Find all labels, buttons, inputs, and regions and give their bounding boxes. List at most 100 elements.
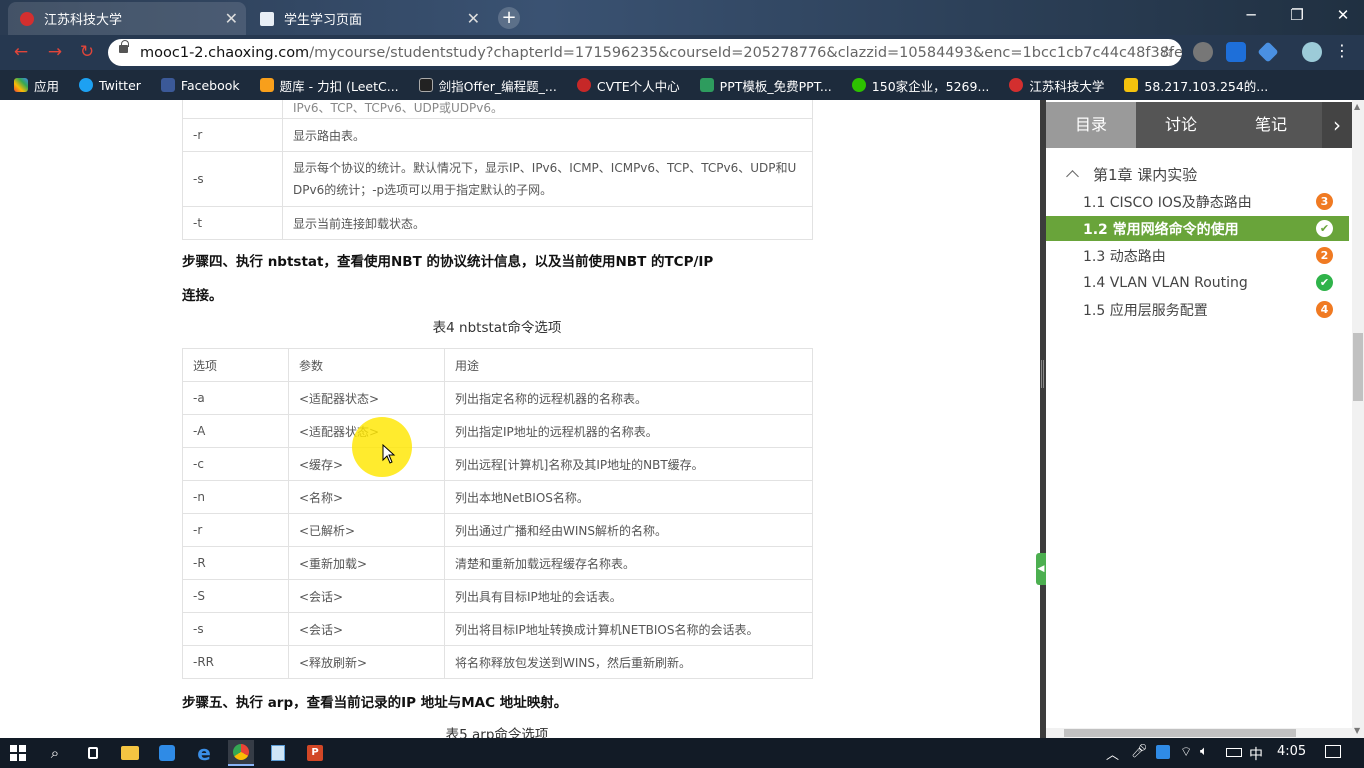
tab-catalog[interactable]: 目录 bbox=[1046, 102, 1136, 148]
tab-discussion[interactable]: 讨论 bbox=[1136, 102, 1226, 148]
menu-icon[interactable]: ⋮ bbox=[1334, 41, 1350, 60]
nbtstat-options-table: 选项 参数 用途 -a <适配器状态> 列出指定名称的远程机器的名称表。 -A <适配… bbox=[182, 348, 813, 679]
collapse-sidebar-handle[interactable]: ◀ bbox=[1036, 553, 1046, 585]
column-header: 参数 bbox=[288, 348, 445, 382]
chapter-heading[interactable]: 第1章 课内实验 bbox=[1062, 164, 1197, 185]
table-row: -c <缓存> 列出远程[计算机]名称及其IP地址的NBT缓存。 bbox=[182, 447, 813, 481]
check-icon: ✔ bbox=[1316, 274, 1333, 291]
table-row: -s 显示每个协议的统计。默认情况下，显示IP、IPv6、ICMP、ICMPv6… bbox=[182, 151, 813, 207]
bookmark-cvte[interactable]: CVTE个人中心 bbox=[576, 76, 680, 95]
horizontal-scroll-thumb[interactable] bbox=[1064, 729, 1296, 737]
task-view-icon[interactable] bbox=[80, 740, 106, 766]
vertical-scrollbar[interactable] bbox=[1352, 100, 1364, 738]
vertical-scroll-thumb[interactable] bbox=[1353, 333, 1363, 401]
netstat-options-table: IPv6、TCP、TCPv6、UDP或UDPv6。 -r 显示路由表。 -s 显… bbox=[182, 100, 813, 240]
university-favicon-icon bbox=[20, 11, 34, 26]
powerpoint-icon[interactable]: P bbox=[302, 740, 328, 766]
bookmark-star-icon[interactable]: ☆ bbox=[1160, 42, 1174, 61]
back-icon[interactable]: ← bbox=[10, 41, 32, 63]
bookmark-jiangsu-university[interactable]: 江苏科技大学 bbox=[1009, 76, 1104, 95]
cvte-icon bbox=[576, 78, 591, 92]
bookmark-150-companies[interactable]: 150家企业，5269... bbox=[851, 76, 989, 95]
volume-icon[interactable]: 🔈︎ bbox=[1200, 744, 1208, 759]
table-row: -n <名称> 列出本地NetBIOS名称。 bbox=[182, 480, 813, 514]
ime-indicator[interactable]: 中 bbox=[1249, 744, 1263, 764]
tab-jiangsu-university[interactable]: 江苏科技大学 ✕ bbox=[8, 2, 246, 35]
edge-icon[interactable]: e bbox=[191, 740, 217, 766]
wechat-icon bbox=[851, 78, 866, 92]
page-favicon-icon bbox=[260, 11, 274, 26]
close-window-icon[interactable]: ✕ bbox=[1320, 0, 1364, 30]
lock-icon bbox=[119, 40, 129, 53]
table-row: -r <已解析> 列出通过广播和经由WINS解析的名称。 bbox=[182, 513, 813, 547]
nowcoder-icon bbox=[418, 78, 433, 92]
sidebar-item-1-2[interactable]: 1.2 常用网络命令的使用 ✔ bbox=[1046, 216, 1349, 241]
scroll-down-icon[interactable]: ▼ bbox=[1354, 726, 1360, 735]
column-header: 用途 bbox=[444, 348, 813, 382]
tab-notes[interactable]: 笔记 bbox=[1226, 102, 1316, 148]
scroll-up-icon[interactable]: ▲ bbox=[1354, 102, 1360, 111]
sidebar-item-1-3[interactable]: 1.3 动态路由 2 bbox=[1046, 243, 1349, 268]
new-tab-button[interactable]: + bbox=[498, 7, 520, 29]
url-path: /mycourse/studentstudy?chapterId=1715962… bbox=[309, 44, 1182, 61]
battery-icon[interactable] bbox=[1226, 748, 1242, 757]
extension-icon[interactable] bbox=[1193, 42, 1213, 62]
address-bar[interactable]: mooc1-2.chaoxing.com/mycourse/studentstu… bbox=[108, 39, 1182, 66]
table-row: -RR <释放刷新> 将名称释放包发送到WINS，然后重新刷新。 bbox=[182, 645, 813, 679]
pending-count-badge: 3 bbox=[1316, 193, 1333, 210]
file-explorer-icon[interactable] bbox=[117, 740, 143, 766]
reload-icon[interactable]: ↻ bbox=[76, 41, 98, 63]
twitter-icon bbox=[79, 78, 94, 92]
bookmark-ip-address[interactable]: 58.217.103.254的... bbox=[1124, 76, 1268, 95]
bookmark-jianzhi-offer[interactable]: 剑指Offer_编程题_... bbox=[418, 76, 557, 95]
step5-heading: 步骤五、执行 arp，查看当前记录的IP 地址与MAC 地址映射。 bbox=[182, 695, 568, 711]
bookmark-apps[interactable]: 应用 bbox=[14, 76, 59, 95]
table-row: IPv6、TCP、TCPv6、UDP或UDPv6。 bbox=[182, 100, 813, 119]
pending-count-badge: 2 bbox=[1316, 247, 1333, 264]
column-header: 选项 bbox=[182, 348, 289, 382]
table-row: -a <适配器状态> 列出指定名称的远程机器的名称表。 bbox=[182, 381, 813, 415]
bookmark-facebook[interactable]: Facebook bbox=[160, 78, 240, 93]
close-tab-icon[interactable]: ✕ bbox=[467, 9, 480, 28]
chrome-icon[interactable] bbox=[228, 740, 254, 766]
pending-count-badge: 4 bbox=[1316, 301, 1333, 318]
app-tray-icon[interactable] bbox=[1156, 745, 1170, 759]
tab-student-study[interactable]: 学生学习页面 ✕ bbox=[248, 2, 488, 35]
microphone-icon[interactable]: 🎤︎ bbox=[1131, 744, 1148, 759]
network-icon[interactable]: ⌔ bbox=[1180, 744, 1192, 760]
app-icon[interactable] bbox=[154, 740, 180, 766]
table-row: -t 显示当前连接卸载状态。 bbox=[182, 206, 813, 240]
sidebar-item-1-1[interactable]: 1.1 CISCO IOS及静态路由 3 bbox=[1046, 189, 1349, 214]
ppt-template-icon bbox=[699, 78, 714, 92]
profile-avatar[interactable] bbox=[1302, 42, 1322, 62]
step4-heading: 步骤四、执行 nbtstat，查看使用NBT 的协议统计信息，以及当前使用NBT… bbox=[182, 254, 714, 270]
table4-caption: 表4 nbtstat命令选项 bbox=[432, 320, 562, 336]
tab-title: 学生学习页面 bbox=[284, 13, 363, 28]
bookmark-leetcode[interactable]: 题库 - 力扣 (LeetC... bbox=[259, 76, 399, 95]
tray-expand-icon[interactable]: ︿ bbox=[1106, 744, 1119, 763]
notifications-icon[interactable] bbox=[1325, 745, 1341, 758]
windows-start-icon[interactable] bbox=[5, 740, 31, 766]
sidebar-item-1-4[interactable]: 1.4 VLAN VLAN Routing ✔ bbox=[1046, 270, 1349, 295]
table5-caption: 表5 arp命令选项 bbox=[445, 727, 549, 738]
bookmark-twitter[interactable]: Twitter bbox=[79, 78, 141, 93]
step4-heading-cont: 连接。 bbox=[182, 288, 223, 304]
leetcode-icon bbox=[259, 78, 274, 92]
check-icon: ✔ bbox=[1316, 220, 1333, 237]
forward-icon[interactable]: → bbox=[44, 41, 66, 63]
table-row: -r 显示路由表。 bbox=[182, 118, 813, 152]
bookmark-ppt-templates[interactable]: PPT模板_免费PPT... bbox=[699, 76, 832, 95]
sidebar-item-1-5[interactable]: 1.5 应用层服务配置 4 bbox=[1046, 297, 1349, 322]
table-row: -A <适配器状态> 列出指定IP地址的远程机器的名称表。 bbox=[182, 414, 813, 448]
notepad-icon[interactable] bbox=[265, 740, 291, 766]
restore-icon[interactable]: ❐ bbox=[1274, 0, 1320, 30]
extension-icon[interactable] bbox=[1226, 42, 1246, 62]
study-content: IPv6、TCP、TCPv6、UDP或UDPv6。 -r 显示路由表。 -s 显… bbox=[0, 100, 1040, 738]
chevron-up-icon bbox=[1066, 170, 1079, 183]
clock[interactable]: 4:05 bbox=[1277, 744, 1306, 759]
minimize-icon[interactable]: ─ bbox=[1228, 0, 1274, 30]
search-icon[interactable]: ⌕ bbox=[42, 740, 68, 766]
tabs-next-icon[interactable]: › bbox=[1322, 102, 1352, 148]
close-tab-icon[interactable]: ✕ bbox=[225, 9, 238, 28]
mouse-pointer-icon bbox=[382, 444, 396, 464]
